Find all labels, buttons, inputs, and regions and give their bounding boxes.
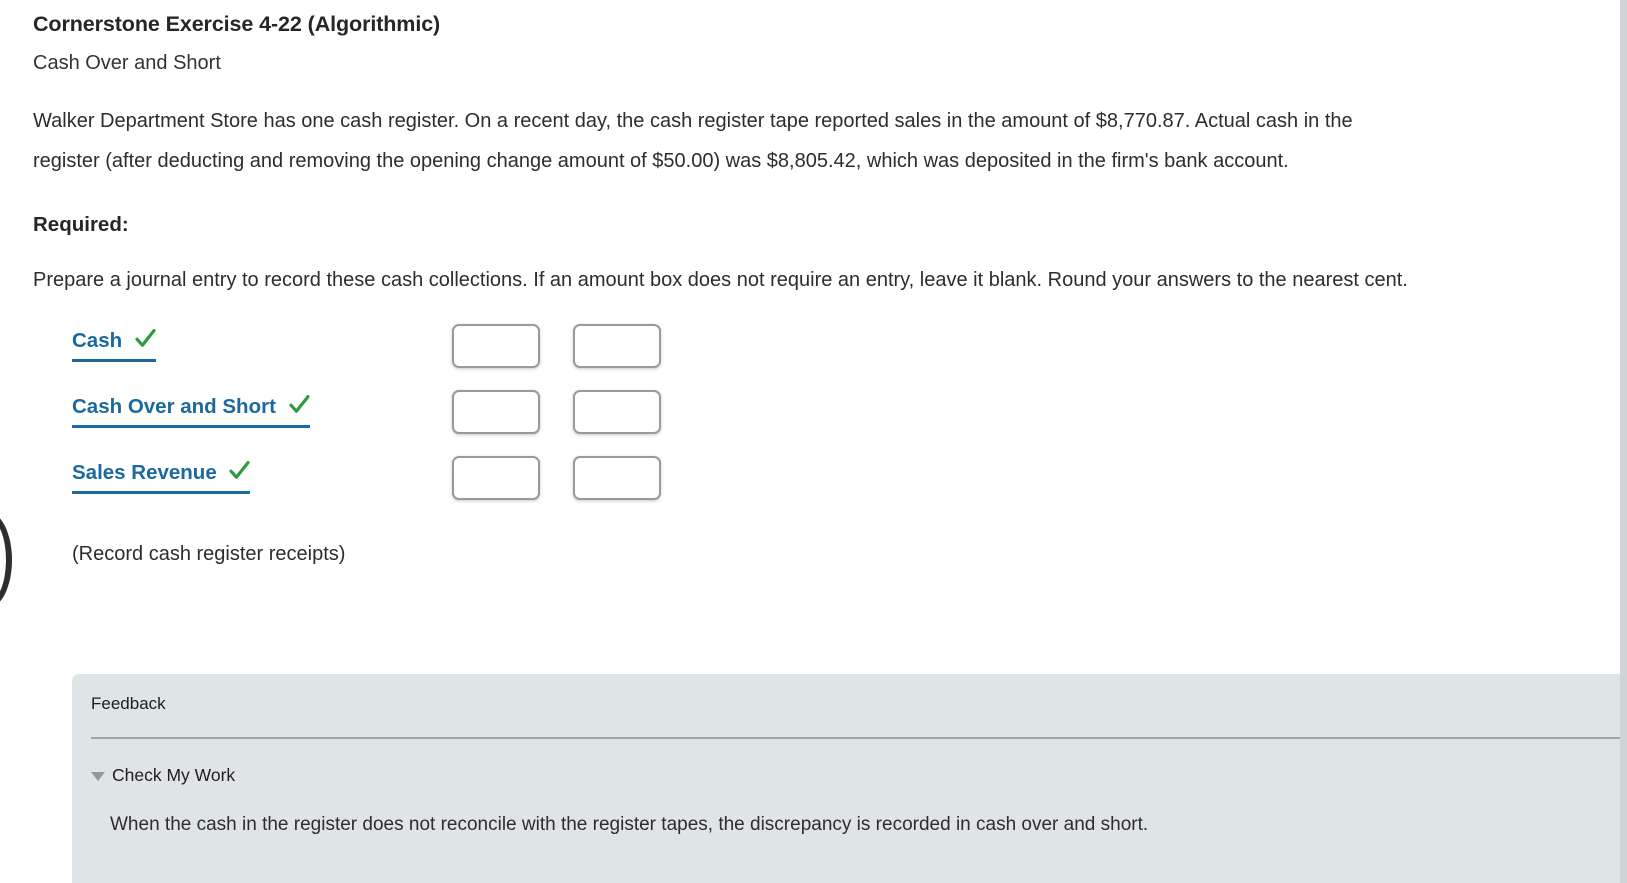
feedback-title: Feedback (91, 694, 166, 713)
debit-input[interactable] (452, 456, 540, 500)
feedback-divider (91, 737, 1620, 739)
account-cell: Cash Over and Short (72, 390, 452, 428)
check-my-work-label: Check My Work (112, 765, 236, 785)
green-check-icon (229, 461, 251, 486)
account-selector-cash[interactable]: Cash (72, 329, 156, 362)
account-label: Sales Revenue (72, 461, 217, 484)
credit-input[interactable] (573, 456, 661, 500)
debit-cell (452, 456, 573, 500)
required-heading: Required: (33, 213, 129, 236)
triangle-down-icon (91, 772, 105, 781)
credit-cell (573, 324, 694, 368)
journal-entry-row: Sales Revenue (72, 456, 1620, 522)
debit-input[interactable] (452, 324, 540, 368)
account-selector-cash-over-and-short[interactable]: Cash Over and Short (72, 395, 310, 428)
credit-input[interactable] (573, 324, 661, 368)
debit-input[interactable] (452, 390, 540, 434)
exercise-subtitle: Cash Over and Short (33, 52, 221, 74)
page-title: Cornerstone Exercise 4-22 (Algorithmic) (33, 12, 441, 36)
green-check-icon (135, 329, 156, 354)
exercise-content: Cornerstone Exercise 4-22 (Algorithmic) … (0, 0, 1620, 566)
account-selector-sales-revenue[interactable]: Sales Revenue (72, 461, 251, 494)
page-scrollbar-track[interactable] (1620, 0, 1627, 883)
debit-cell (452, 324, 573, 368)
journal-entry-row: Cash Over and Short (72, 390, 1620, 456)
feedback-panel: Feedback Check My Work When the cash in … (72, 674, 1620, 883)
required-instructions: Prepare a journal entry to record these … (33, 269, 1408, 291)
feedback-body-text: When the cash in the register does not r… (110, 814, 1149, 835)
journal-entry-row: Cash (72, 324, 1620, 390)
account-label: Cash (72, 329, 123, 352)
green-check-icon (289, 395, 310, 420)
problem-statement: Walker Department Store has one cash reg… (33, 110, 1353, 172)
credit-input[interactable] (573, 390, 661, 434)
credit-cell (573, 390, 694, 434)
credit-cell (573, 456, 694, 500)
check-my-work-toggle[interactable]: Check My Work (72, 739, 235, 786)
account-cell: Sales Revenue (72, 456, 452, 494)
account-label: Cash Over and Short (72, 395, 276, 418)
journal-entry-table: Cash Cash Over and Short Sales Revenue (0, 324, 1620, 522)
debit-cell (452, 390, 573, 434)
journal-entry-description: (Record cash register receipts) (72, 543, 346, 565)
account-cell: Cash (72, 324, 452, 362)
